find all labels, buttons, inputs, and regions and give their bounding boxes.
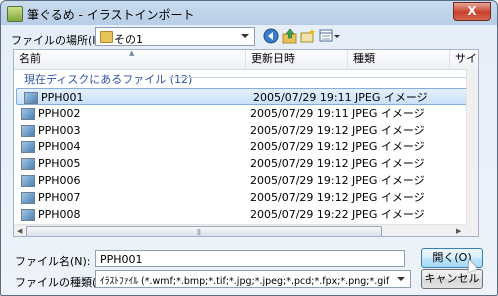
file-date: 2005/07/29 19:12 (250, 140, 349, 154)
file-date: 2005/07/29 19:12 (250, 174, 349, 187)
filetype-combo[interactable]: ｲﾗｽﾄﾌｧｲﾙ (*.wmf;*.bmp;*.tif;*.jpg;*.jpeg… (95, 270, 411, 288)
file-name: PPH006 (38, 174, 81, 187)
chevron-down-icon[interactable] (397, 277, 405, 281)
image-file-icon (21, 107, 35, 120)
view-menu-icon[interactable] (319, 28, 341, 44)
file-name: PPH001 (41, 91, 84, 104)
file-name: PPH003 (38, 123, 81, 137)
file-name: PPH004 (38, 140, 81, 154)
file-type: JPEG イメージ (352, 123, 425, 137)
image-file-icon (21, 208, 35, 221)
file-row[interactable]: PPH006 2005/07/29 19:12 JPEG イメージ (14, 172, 466, 189)
file-date: 2005/07/29 19:12 (250, 190, 349, 204)
file-row[interactable]: PPH003 2005/07/29 19:12 JPEG イメージ (14, 122, 466, 139)
file-date: 2005/07/29 19:12 (250, 123, 349, 137)
dialog-window: 筆ぐるめ - イラストインポート X ファイルの場所(I): その1 名前 ▲ … (0, 0, 498, 296)
column-header-date[interactable]: 更新日時 (246, 50, 348, 69)
grip-icon: ||| (197, 229, 201, 236)
file-type: JPEG イメージ (355, 91, 428, 104)
file-name: PPH008 (38, 207, 81, 221)
file-type: JPEG イメージ (352, 207, 425, 221)
filetype-value: ｲﾗｽﾄﾌｧｲﾙ (*.wmf;*.bmp;*.tif;*.jpg;*.jpeg… (100, 276, 390, 287)
file-date: 2005/07/29 19:11 (250, 106, 349, 120)
file-list[interactable]: 名前 ▲ 更新日時 種類 サイ 現在ディスクにあるファイル (12) PPH00… (13, 49, 479, 237)
file-type: JPEG イメージ (352, 190, 425, 204)
scroll-left-icon[interactable]: ◀ (17, 227, 22, 235)
file-date: 2005/07/29 19:22 (250, 207, 349, 221)
scroll-corner (466, 224, 478, 236)
image-file-icon (21, 191, 35, 204)
title-bar[interactable]: 筆ぐるめ - イラストインポート X (1, 1, 497, 25)
group-divider (169, 77, 469, 78)
file-date: 2005/07/29 19:11 (253, 91, 352, 104)
window-title: 筆ぐるめ - イラストインポート (27, 8, 195, 22)
file-date: 2005/07/29 19:12 (250, 157, 349, 171)
sort-ascending-icon: ▲ (129, 49, 135, 57)
image-file-icon (24, 92, 38, 104)
group-header[interactable]: 現在ディスクにあるファイル (12) (24, 71, 192, 87)
file-row[interactable]: PPH004 2005/07/29 19:12 JPEG イメージ (14, 138, 466, 155)
location-combo[interactable]: その1 (95, 27, 255, 46)
location-label: ファイルの場所(I): (11, 34, 104, 47)
filename-value: PPH001 (100, 253, 143, 266)
column-header-type[interactable]: 種類 (348, 50, 450, 69)
image-file-icon (21, 175, 35, 187)
vertical-scrollbar[interactable] (466, 69, 478, 224)
chevron-down-icon[interactable] (241, 34, 249, 38)
horizontal-scrollbar[interactable]: ◀ ||| ▶ (14, 224, 466, 236)
image-file-icon (21, 141, 35, 154)
file-row[interactable]: PPH008 2005/07/29 19:22 JPEG イメージ (14, 206, 466, 223)
file-type: JPEG イメージ (352, 174, 425, 187)
column-header-size[interactable]: サイ (450, 50, 478, 69)
file-name: PPH007 (38, 190, 81, 204)
list-header: 名前 ▲ 更新日時 種類 サイ (14, 50, 478, 70)
file-row[interactable]: PPH005 2005/07/29 19:12 JPEG イメージ (14, 155, 466, 172)
file-row[interactable]: PPH001 2005/07/29 19:11 JPEG イメージ (16, 88, 468, 105)
image-file-icon (21, 124, 35, 137)
file-type: JPEG イメージ (352, 106, 425, 120)
cancel-button[interactable]: キャンセル (421, 269, 483, 289)
up-folder-icon[interactable] (282, 28, 298, 44)
new-folder-icon[interactable] (300, 28, 316, 44)
scroll-right-icon[interactable]: ▶ (456, 227, 461, 235)
file-row[interactable]: PPH007 2005/07/29 19:12 JPEG イメージ (14, 189, 466, 206)
file-type: JPEG イメージ (352, 157, 425, 171)
close-button[interactable]: X (453, 2, 491, 21)
folder-icon (100, 31, 113, 43)
app-icon (7, 6, 23, 22)
scroll-thumb[interactable]: ||| (26, 226, 382, 236)
location-value: その1 (114, 33, 143, 46)
back-icon[interactable] (263, 28, 279, 44)
file-name: PPH002 (38, 106, 81, 120)
image-file-icon (21, 158, 35, 171)
filename-label: ファイル名(N): (15, 255, 91, 268)
file-row[interactable]: PPH002 2005/07/29 19:11 JPEG イメージ (14, 105, 466, 122)
filename-input[interactable]: PPH001 (95, 250, 405, 267)
file-type: JPEG イメージ (352, 140, 425, 154)
file-name: PPH005 (38, 157, 81, 171)
